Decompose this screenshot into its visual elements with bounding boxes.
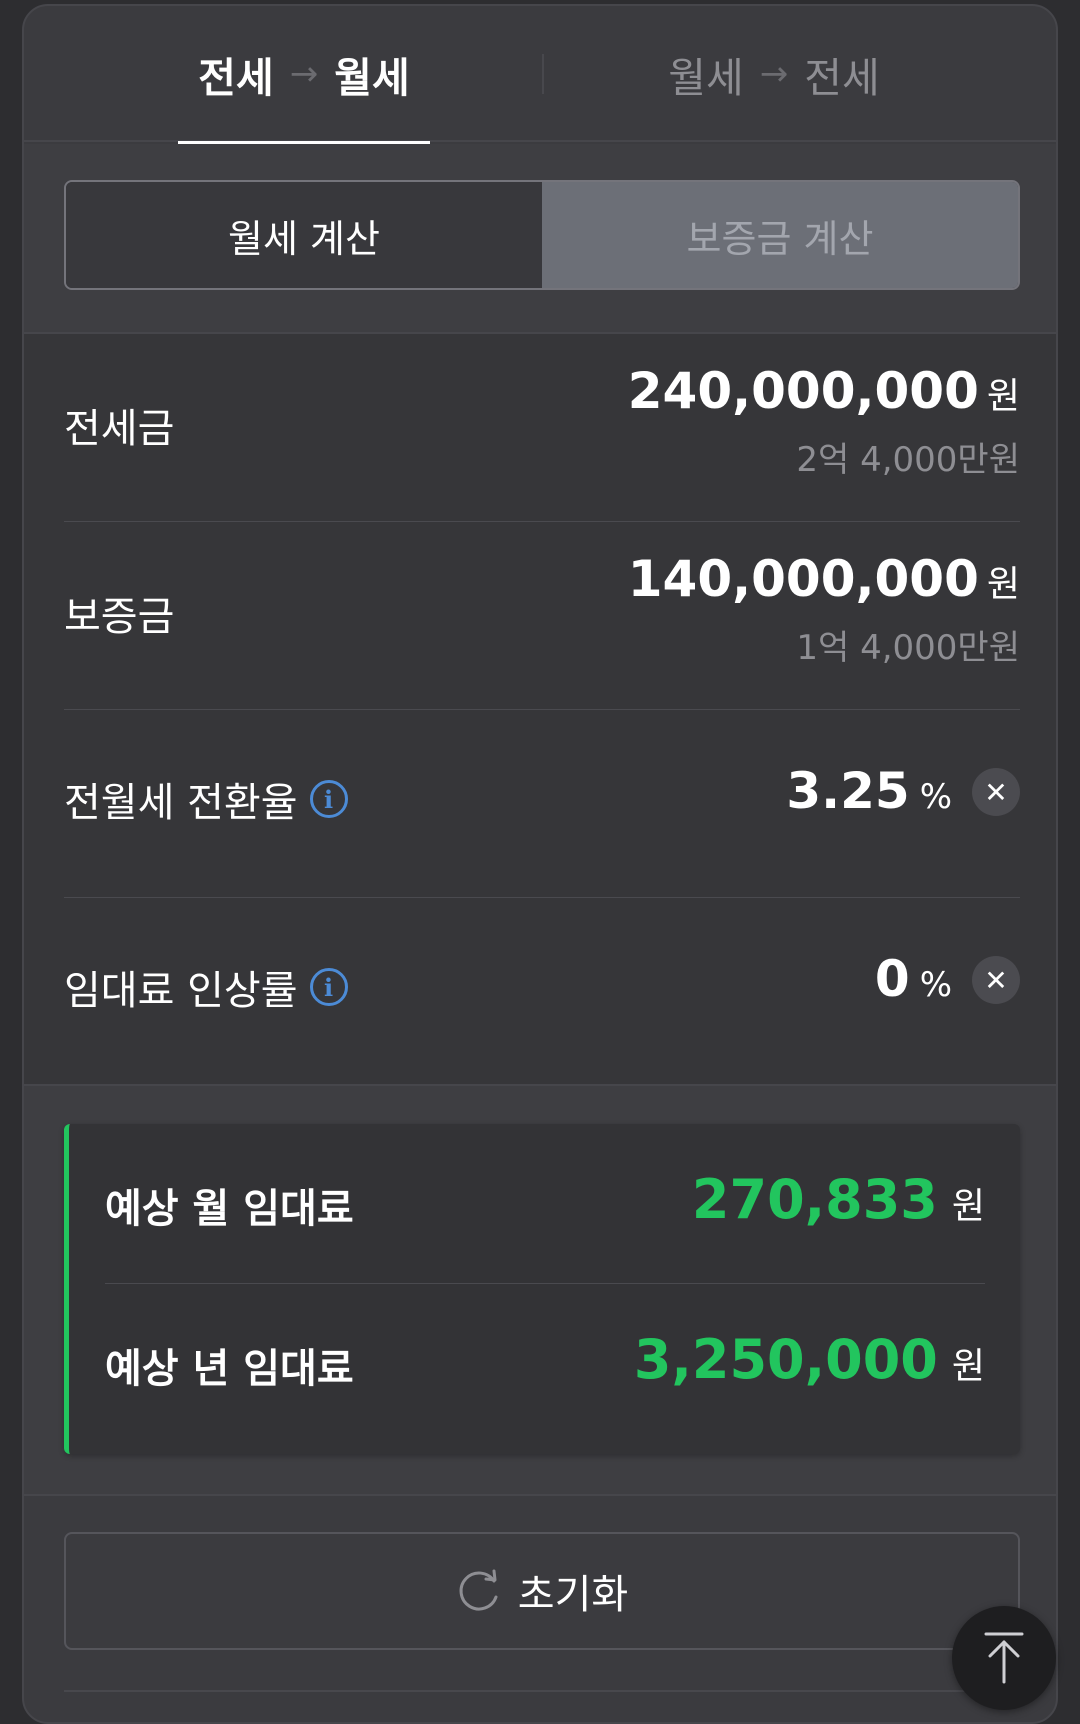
tab-to: 월세 xyxy=(334,54,410,102)
conversion-rate-unit: % xyxy=(919,777,952,817)
monthly-calc-button[interactable]: 월세 계산 xyxy=(66,182,542,288)
mode-tabs: 전세 → 월세 월세 → 전세 xyxy=(24,6,1056,144)
input-rows: 전세금 240,000,000 원 2억 4,000만원 보증금 140,000… xyxy=(24,332,1056,1086)
yearly-rent-unit: 원 xyxy=(951,1346,985,1387)
deposit-unit: 원 xyxy=(986,564,1020,605)
close-icon[interactable]: ✕ xyxy=(972,956,1020,1004)
tab-jeonse-to-wolse[interactable]: 전세 → 월세 xyxy=(178,6,430,144)
close-icon[interactable]: ✕ xyxy=(972,768,1020,816)
calculator-card: 전세 → 월세 월세 → 전세 월세 계산 보증금 계산 전세금 240,000… xyxy=(22,4,1058,1724)
tab-wolse-to-jeonse[interactable]: 월세 → 전세 xyxy=(584,6,964,142)
tab-divider xyxy=(542,54,544,94)
conversion-rate-value: 3.25 xyxy=(786,762,910,820)
deposit-korean-amount: 1억 4,000만원 xyxy=(796,628,1020,668)
deposit-value: 140,000,000 xyxy=(627,550,979,608)
jeonse-korean-amount: 2억 4,000만원 xyxy=(796,440,1020,480)
monthly-rent-result: 예상 월 임대료 270,833 원 xyxy=(105,1124,985,1284)
info-icon[interactable]: i xyxy=(309,968,348,1006)
tab-from: 월세 xyxy=(668,54,744,102)
arrow-right-icon: → xyxy=(759,54,789,94)
jeonse-value: 240,000,000 xyxy=(627,362,979,420)
jeonse-row[interactable]: 전세금 240,000,000 원 2억 4,000만원 xyxy=(64,334,1020,522)
rent-increase-row[interactable]: 임대료 인상률 i 0 % ✕ xyxy=(64,898,1020,1086)
conversion-rate-value-wrap: 3.25 % xyxy=(786,762,952,820)
yearly-rent-amount: 3,250,000 원 xyxy=(634,1328,985,1391)
conversion-rate-row[interactable]: 전월세 전환율 i 3.25 % ✕ xyxy=(64,710,1020,898)
info-icon[interactable]: i xyxy=(309,780,348,818)
tab-from: 전세 xyxy=(198,54,274,102)
rent-increase-label: 임대료 인상률 xyxy=(64,968,298,1014)
section-divider xyxy=(24,1494,1056,1496)
jeonse-unit: 원 xyxy=(986,376,1020,417)
jeonse-label: 전세금 xyxy=(64,406,175,452)
refresh-icon xyxy=(459,1569,498,1611)
deposit-calc-button[interactable]: 보증금 계산 xyxy=(542,182,1018,288)
rent-increase-label-wrap: 임대료 인상률 i xyxy=(64,958,348,1016)
results-panel: 예상 월 임대료 270,833 원 예상 년 임대료 3,250,000 원 xyxy=(64,1124,1020,1454)
jeonse-amount: 240,000,000 원 xyxy=(628,362,1020,420)
arrow-up-icon xyxy=(984,1632,1024,1684)
yearly-rent-value: 3,250,000 xyxy=(633,1328,938,1391)
reset-label: 초기화 xyxy=(517,1572,629,1618)
reset-button[interactable]: 초기화 xyxy=(64,1532,1020,1650)
yearly-rent-result: 예상 년 임대료 3,250,000 원 xyxy=(105,1284,985,1444)
bottom-divider xyxy=(64,1690,1020,1692)
rent-increase-value: 0 xyxy=(874,950,910,1008)
monthly-rent-label: 예상 월 임대료 xyxy=(105,1186,354,1232)
rent-increase-unit: % xyxy=(919,965,952,1005)
monthly-rent-unit: 원 xyxy=(951,1186,985,1227)
yearly-rent-label: 예상 년 임대료 xyxy=(105,1346,354,1392)
monthly-rent-amount: 270,833 원 xyxy=(692,1168,985,1231)
conversion-rate-label-wrap: 전월세 전환율 i xyxy=(64,770,348,828)
deposit-label: 보증금 xyxy=(64,594,175,640)
tab-to: 전세 xyxy=(804,54,880,102)
deposit-amount: 140,000,000 원 xyxy=(628,550,1020,608)
calc-type-segment: 월세 계산 보증금 계산 xyxy=(64,180,1020,290)
arrow-right-icon: → xyxy=(289,54,319,94)
conversion-rate-label: 전월세 전환율 xyxy=(64,780,298,826)
rent-increase-value-wrap: 0 % xyxy=(875,950,952,1008)
scroll-top-button[interactable] xyxy=(952,1606,1056,1710)
monthly-rent-value: 270,833 xyxy=(691,1168,938,1231)
deposit-row[interactable]: 보증금 140,000,000 원 1억 4,000만원 xyxy=(64,522,1020,710)
